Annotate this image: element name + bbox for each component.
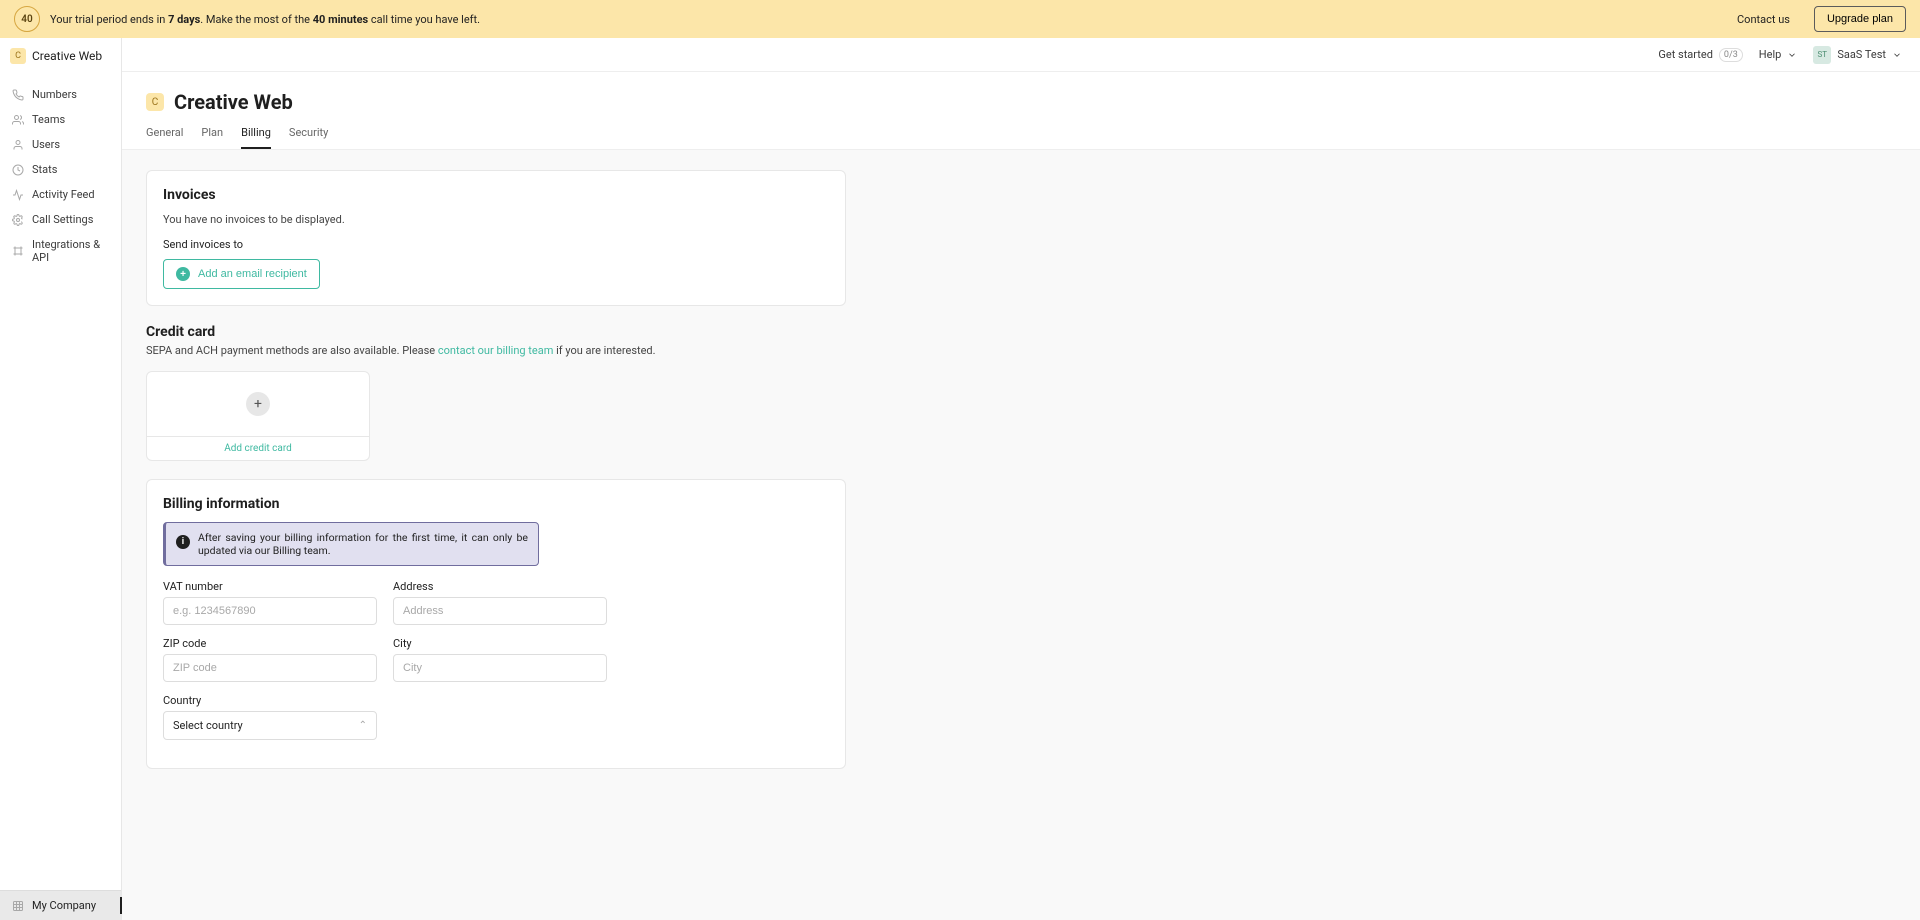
sidebar-item-numbers[interactable]: Numbers bbox=[0, 82, 121, 107]
tab-security[interactable]: Security bbox=[289, 126, 328, 149]
sidebar-item-label: Users bbox=[32, 138, 60, 151]
activity-icon bbox=[12, 189, 24, 201]
country-select[interactable]: Select country ⌃ bbox=[163, 711, 377, 740]
sidebar-item-users[interactable]: Users bbox=[0, 132, 121, 157]
help-menu[interactable]: Help bbox=[1759, 48, 1798, 61]
sidebar-item-label: Call Settings bbox=[32, 213, 93, 226]
sidebar-footer[interactable]: My Company bbox=[0, 890, 121, 920]
add-credit-card-label[interactable]: Add credit card bbox=[147, 436, 369, 460]
zip-label: ZIP code bbox=[163, 637, 377, 650]
sidebar-item-activity[interactable]: Activity Feed bbox=[0, 182, 121, 207]
country-label: Country bbox=[163, 694, 377, 707]
workspace-name: Creative Web bbox=[32, 49, 102, 63]
upgrade-plan-button[interactable]: Upgrade plan bbox=[1814, 6, 1906, 32]
invoices-card: Invoices You have no invoices to be disp… bbox=[146, 170, 846, 306]
city-input[interactable] bbox=[393, 654, 607, 682]
phone-icon bbox=[12, 89, 24, 101]
address-input[interactable] bbox=[393, 597, 607, 625]
trial-minutes-badge: 40 bbox=[14, 6, 40, 32]
billing-info-card: Billing information i After saving your … bbox=[146, 479, 846, 769]
address-label: Address bbox=[393, 580, 607, 593]
page-header: C Creative Web General Plan Billing Secu… bbox=[122, 72, 1920, 150]
vat-label: VAT number bbox=[163, 580, 377, 593]
chevron-down-icon bbox=[1892, 50, 1902, 60]
add-card-plus-button[interactable]: + bbox=[246, 392, 270, 416]
plus-icon: + bbox=[176, 267, 190, 281]
tabs: General Plan Billing Security bbox=[146, 126, 1896, 149]
chevron-down-icon bbox=[1787, 50, 1797, 60]
billing-info-title: Billing information bbox=[163, 496, 829, 512]
city-label: City bbox=[393, 637, 607, 650]
invoices-title: Invoices bbox=[163, 187, 829, 203]
sidebar-item-teams[interactable]: Teams bbox=[0, 107, 121, 132]
workspace-initial: C bbox=[10, 48, 26, 64]
avatar: ST bbox=[1813, 46, 1831, 64]
sidebar-item-call-settings[interactable]: Call Settings bbox=[0, 207, 121, 232]
sidebar-header[interactable]: C Creative Web bbox=[0, 38, 121, 78]
billing-alert: i After saving your billing information … bbox=[163, 522, 539, 566]
get-started-button[interactable]: Get started 0/3 bbox=[1658, 48, 1742, 62]
sidebar-item-label: Teams bbox=[32, 113, 65, 126]
invoices-empty-text: You have no invoices to be displayed. bbox=[163, 213, 829, 226]
page-title: Creative Web bbox=[174, 90, 293, 114]
chevron-up-icon: ⌃ bbox=[359, 720, 367, 731]
sidebar-footer-label: My Company bbox=[32, 899, 96, 912]
sidebar-item-label: Stats bbox=[32, 163, 57, 176]
alert-text: After saving your billing information fo… bbox=[198, 531, 528, 557]
vat-input[interactable] bbox=[163, 597, 377, 625]
sidebar-item-label: Integrations & API bbox=[32, 238, 109, 264]
topbar: Get started 0/3 Help ST SaaS Test bbox=[122, 38, 1920, 72]
contact-us-link[interactable]: Contact us bbox=[1737, 13, 1790, 26]
zip-input[interactable] bbox=[163, 654, 377, 682]
teams-icon bbox=[12, 114, 24, 126]
company-icon bbox=[12, 900, 24, 912]
sidebar: C Creative Web Numbers Teams Users Stats bbox=[0, 38, 122, 920]
integrations-icon bbox=[12, 245, 24, 257]
page-initial: C bbox=[146, 93, 164, 111]
add-email-recipient-button[interactable]: + Add an email recipient bbox=[163, 259, 320, 289]
send-invoices-label: Send invoices to bbox=[163, 238, 829, 251]
trial-text: Your trial period ends in 7 days. Make t… bbox=[50, 13, 480, 26]
sidebar-item-stats[interactable]: Stats bbox=[0, 157, 121, 182]
sidebar-item-label: Numbers bbox=[32, 88, 77, 101]
info-icon: i bbox=[176, 535, 190, 549]
trial-banner: 40 Your trial period ends in 7 days. Mak… bbox=[0, 0, 1920, 38]
contact-billing-link[interactable]: contact our billing team bbox=[438, 344, 553, 357]
add-credit-card-tile: + Add credit card bbox=[146, 371, 370, 461]
sidebar-item-label: Activity Feed bbox=[32, 188, 95, 201]
progress-badge: 0/3 bbox=[1719, 48, 1743, 62]
gear-icon bbox=[12, 214, 24, 226]
tab-billing[interactable]: Billing bbox=[241, 126, 271, 149]
sidebar-item-integrations[interactable]: Integrations & API bbox=[0, 232, 121, 270]
user-menu[interactable]: ST SaaS Test bbox=[1813, 46, 1902, 64]
user-icon bbox=[12, 139, 24, 151]
tab-general[interactable]: General bbox=[146, 126, 183, 149]
credit-card-subtitle: SEPA and ACH payment methods are also av… bbox=[146, 344, 846, 357]
tab-plan[interactable]: Plan bbox=[201, 126, 223, 149]
stats-icon bbox=[12, 164, 24, 176]
credit-card-title: Credit card bbox=[146, 324, 846, 340]
